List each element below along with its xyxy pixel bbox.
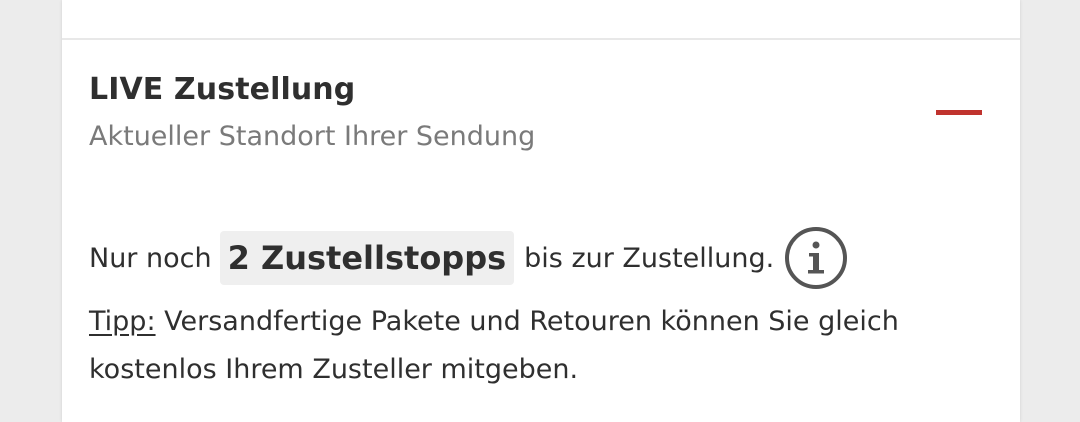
tip-body: Versandfertige Pakete und Retouren könne…	[89, 306, 899, 385]
stops-suffix: bis zur Zustellung.	[524, 242, 775, 274]
delivery-stops-line: Nur noch 2 Zustellstopps bis zur Zustell…	[89, 226, 848, 290]
stops-count-badge: 2 Zustellstopps	[219, 231, 515, 285]
divider	[62, 38, 1020, 40]
tip-label[interactable]: Tipp:	[89, 306, 156, 337]
info-icon[interactable]	[784, 226, 848, 290]
tracking-card: LIVE Zustellung Aktueller Standort Ihrer…	[62, 0, 1020, 422]
section-subtitle: Aktueller Standort Ihrer Sendung	[89, 121, 536, 152]
stops-prefix: Nur noch	[89, 242, 212, 274]
live-delivery-header[interactable]: LIVE Zustellung Aktueller Standort Ihrer…	[89, 70, 989, 154]
collapse-button[interactable]	[936, 110, 982, 118]
section-title: LIVE Zustellung	[89, 72, 356, 107]
tip-text: Tipp: Versandfertige Pakete und Retouren…	[89, 298, 989, 394]
minus-icon	[936, 110, 982, 115]
page: LIVE Zustellung Aktueller Standort Ihrer…	[0, 0, 1080, 422]
